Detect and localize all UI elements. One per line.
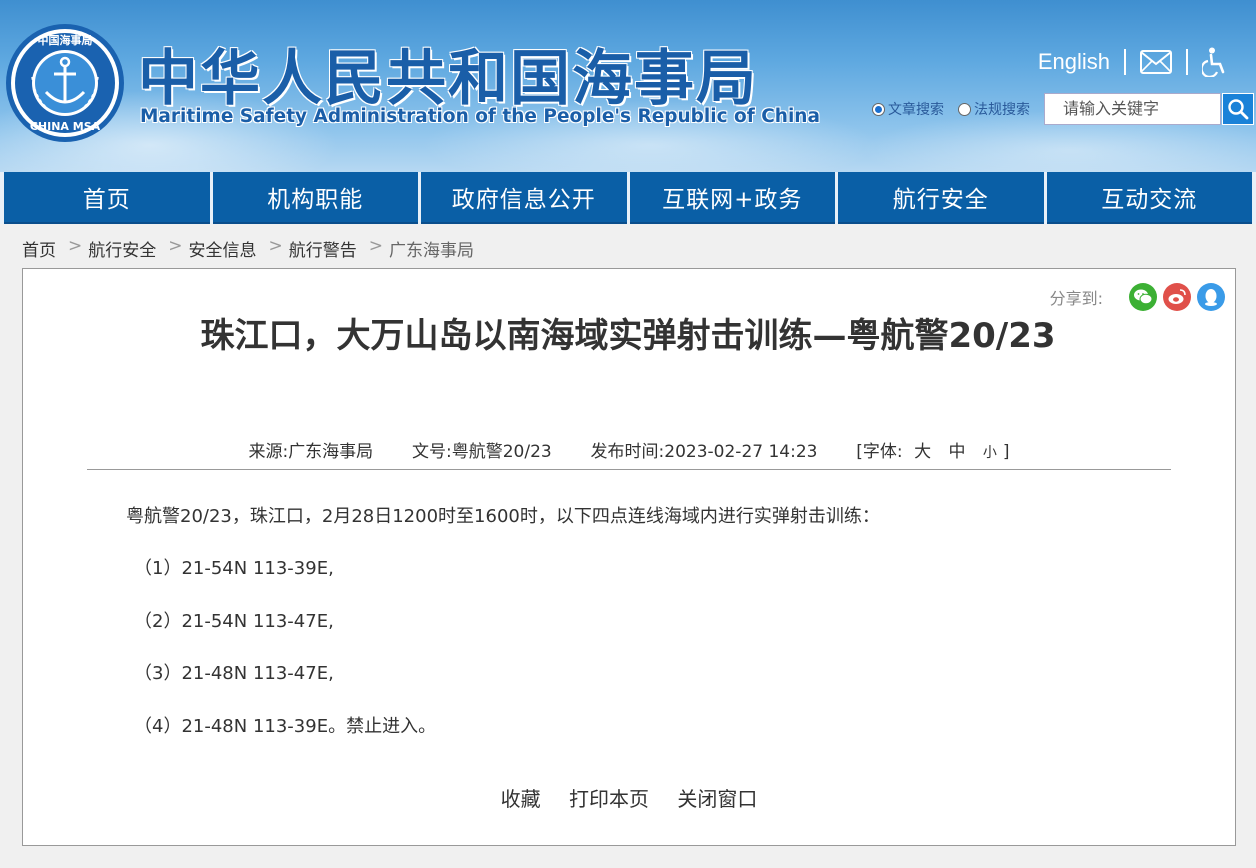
coordinate-point: （4）21-48N 113-39E。禁止进入。 (134, 715, 437, 737)
nav-item-home[interactable]: 首页 (4, 172, 210, 224)
nav-item-functions[interactable]: 机构职能 (212, 172, 418, 224)
radio-label: 文章搜索 (888, 102, 944, 118)
nav-item-internet-gov[interactable]: 互联网+政务 (629, 172, 835, 224)
breadcrumb-item[interactable]: 航行警告 (289, 236, 357, 261)
breadcrumb-item[interactable]: 航行安全 (88, 236, 156, 261)
coordinate-point: （2）21-54N 113-47E, (134, 610, 334, 632)
article-tools: 收藏 打印本页 关闭窗口 (23, 783, 1235, 812)
article-paragraph: 粤航警20/23，珠江口，2月28日1200时至1600时，以下四点连线海域内进… (126, 506, 880, 527)
divider (1186, 49, 1188, 75)
nav-item-nav-safety[interactable]: 航行安全 (838, 172, 1044, 224)
weibo-icon[interactable] (1163, 283, 1191, 311)
radio-button[interactable] (958, 102, 971, 116)
article-meta: 来源:广东海事局 文号:粤航警20/23 发布时间:2023-02-27 14:… (23, 437, 1235, 462)
font-size-small-button[interactable]: 小 (983, 445, 997, 461)
site-header: 中国海事局 CHINA MSA 中华人民共和国海事局 Maritime Safe… (0, 0, 1256, 172)
logo-text-top: 中国海事局 (38, 33, 93, 47)
breadcrumb: 首页 > 航行安全 > 安全信息 > 航行警告 > 广东海事局 (22, 236, 474, 261)
divider (1124, 49, 1126, 75)
divider (87, 469, 1171, 470)
time-value: 2023-02-27 14:23 (664, 442, 818, 462)
search-bar: 文章搜索 法规搜索 请输入关键字 (872, 93, 1254, 125)
article-body: 粤航警20/23，珠江口，2月28日1200时至1600时，以下四点连线海域内进… (126, 502, 880, 764)
print-link[interactable]: 打印本页 (569, 787, 649, 811)
breadcrumb-separator: > (168, 236, 183, 256)
mail-icon[interactable] (1140, 50, 1172, 74)
font-size-medium-button[interactable]: 中 (948, 442, 965, 462)
docno-label: 文号: (412, 442, 452, 462)
main-nav: 首页 机构职能 政府信息公开 互联网+政务 航行安全 互动交流 (0, 172, 1256, 224)
breadcrumb-separator: > (368, 236, 383, 256)
breadcrumb-item[interactable]: 广东海事局 (389, 236, 474, 261)
time-label: 发布时间: (590, 442, 665, 462)
article-container: 分享到: 珠江口，大万山岛以南海域实弹射击训练—粤航警20/23 来源:广东海事… (22, 268, 1236, 846)
source-value: 广东海事局 (288, 442, 374, 462)
radio-article-search[interactable]: 文章搜索 (872, 99, 944, 119)
font-size-close: ] (1002, 442, 1010, 462)
coordinate-point: （3）21-48N 113-47E, (134, 663, 334, 685)
radio-button[interactable] (872, 102, 885, 116)
nav-item-gov-info[interactable]: 政府信息公开 (421, 172, 627, 224)
docno-value: 粤航警20/23 (451, 442, 552, 462)
msa-logo[interactable]: 中国海事局 CHINA MSA (4, 22, 126, 144)
qq-icon[interactable] (1197, 283, 1225, 311)
search-input[interactable]: 请输入关键字 (1044, 93, 1221, 125)
coordinate-point: （1）21-54N 113-39E, (134, 558, 334, 580)
breadcrumb-item[interactable]: 安全信息 (189, 236, 257, 261)
site-title-cn: 中华人民共和国海事局 (138, 44, 758, 114)
search-button[interactable] (1222, 93, 1254, 125)
breadcrumb-separator: > (68, 236, 83, 256)
font-size-large-button[interactable]: 大 (914, 442, 931, 462)
article-title: 珠江口，大万山岛以南海域实弹射击训练—粤航警20/23 (200, 316, 1056, 356)
site-title-en: Maritime Safety Administration of the Pe… (140, 106, 820, 127)
breadcrumb-separator: > (268, 236, 283, 256)
font-size-label: [字体: (856, 442, 903, 462)
radio-label: 法规搜索 (974, 102, 1030, 118)
search-icon (1228, 99, 1249, 120)
logo-text-bottom: CHINA MSA (30, 120, 101, 133)
wechat-icon[interactable] (1129, 283, 1157, 311)
favorite-link[interactable]: 收藏 (501, 787, 541, 811)
close-window-link[interactable]: 关闭窗口 (677, 787, 757, 811)
top-links: English (1038, 44, 1228, 80)
source-label: 来源: (248, 442, 289, 462)
nav-item-interaction[interactable]: 互动交流 (1046, 172, 1252, 224)
radio-law-search[interactable]: 法规搜索 (958, 99, 1030, 119)
english-link[interactable]: English (1038, 49, 1110, 75)
accessibility-icon[interactable] (1202, 47, 1228, 77)
breadcrumb-item[interactable]: 首页 (22, 236, 56, 261)
